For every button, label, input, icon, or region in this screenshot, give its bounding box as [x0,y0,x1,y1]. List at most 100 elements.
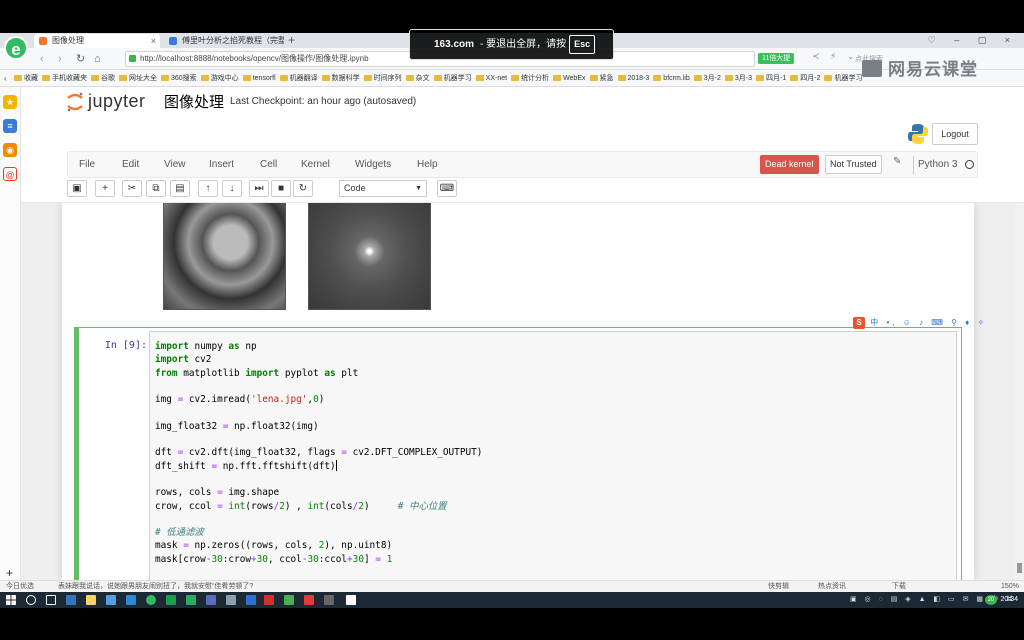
code-line[interactable]: dft = cv2.dft(img_float32, flags = cv2.D… [155,446,482,459]
code-line[interactable] [155,380,482,393]
bookmark-item[interactable]: 四月-2 [790,70,820,86]
address-bar-tools[interactable]: ≺ ⚡ ⌄ [812,51,858,62]
pencil-icon[interactable]: ✎ [893,156,901,167]
keyboard-icon[interactable]: ⌨ [437,180,457,197]
bookmarks-back-icon[interactable]: ‹ [4,70,7,86]
app-white-icon[interactable] [346,595,356,605]
bookmark-item[interactable]: bfcrm.lib [653,70,690,86]
code-line[interactable]: mask = np.zeros((rows, cols, 2), np.uint… [155,539,482,552]
bookmark-item[interactable]: 3月-3 [724,70,752,86]
bookmark-item[interactable]: tensorfl [242,70,276,86]
move-up-icon[interactable]: ↑ [198,180,218,197]
bookmark-item[interactable]: 时间序列 [363,70,402,86]
code-line[interactable] [155,406,482,419]
code-line[interactable]: img = cv2.imread('lena.jpg',0) [155,393,482,406]
hot-news[interactable]: 热点资讯 [818,581,846,592]
home-icon[interactable]: ⌂ [94,51,101,67]
code-line[interactable]: import numpy as np [155,340,482,353]
move-down-icon[interactable]: ↓ [222,180,242,197]
menu-insert[interactable]: Insert [209,152,234,177]
app-icon[interactable] [126,595,136,605]
speedup-badge[interactable]: 11倍大提 [758,53,795,64]
bookmark-item[interactable]: 手机收藏夹 [42,70,87,86]
app-blue-icon[interactable] [206,595,216,605]
bookmark-item[interactable]: 四月-1 [756,70,786,86]
cell-type-select[interactable]: Code ▼ [339,180,427,197]
store-icon[interactable] [106,595,116,605]
daily-picks[interactable]: 今日优选 [6,581,34,592]
code-line[interactable]: import cv2 [155,353,482,366]
menu-help[interactable]: Help [417,152,438,177]
bookmark-item[interactable]: 3月-2 [693,70,721,86]
bookmark-item[interactable]: 数据科学 [321,70,360,86]
bookmark-item[interactable]: 收藏 [14,70,38,86]
browser-logo-icon[interactable]: e [4,36,28,60]
paste-icon[interactable]: ▤ [170,180,190,197]
wechat-icon[interactable] [284,595,294,605]
bookmark-item[interactable]: 机器学习 [433,70,472,86]
quick-clip[interactable]: 快剪辑 [768,581,789,592]
bookmark-item[interactable]: 机器学习 [824,70,862,86]
app-green-icon[interactable] [186,595,196,605]
add-icon[interactable]: + [6,566,13,580]
code-text[interactable]: import numpy as np import cv2 from matplot… [155,340,482,580]
stop-icon[interactable]: ■ [271,180,291,197]
menu-edit[interactable]: Edit [122,152,139,177]
bookmark-item[interactable]: 360搜索 [161,70,197,86]
menu-file[interactable]: File [79,152,95,177]
menu-kernel[interactable]: Kernel [301,152,330,177]
code-editor[interactable]: import numpy as np import cv2 from matplot… [149,331,957,580]
page-scrollbar[interactable] [1015,203,1024,580]
forward-icon[interactable]: › [58,51,62,67]
clock[interactable]: 20:34 [1000,592,1018,608]
cut-icon[interactable]: ✂ [122,180,142,197]
run-icon[interactable]: ⏭ [249,180,269,197]
bookmark-item[interactable]: 机器翻译 [279,70,318,86]
tab-image-processing[interactable]: 图像处理 × [34,34,160,48]
code-line[interactable]: dft_shift = np.fft.fftshift(dft) [155,459,482,473]
restart-icon[interactable]: ↻ [293,180,313,197]
browser-360-icon[interactable] [146,595,156,605]
tray-badge[interactable]: 20 [985,595,997,605]
code-line[interactable]: # 低通滤波 [155,526,482,539]
bookmark-item[interactable]: XX-net [475,70,507,86]
save-icon[interactable]: ▣ [67,180,87,197]
bookmark-item[interactable]: 紧急 [589,70,614,86]
bookmark-item[interactable]: 网址大全 [119,70,157,86]
menu-view[interactable]: View [164,152,186,177]
close-icon[interactable]: × [151,34,156,48]
explorer-icon[interactable] [86,595,96,605]
weibo-icon[interactable]: ◉ [3,143,17,157]
window-controls[interactable]: ♡ – ▢ × [928,33,1018,48]
bookmark-item[interactable]: 游戏中心 [200,70,239,86]
logout-button[interactable]: Logout [932,123,978,145]
menu-widgets[interactable]: Widgets [355,152,391,177]
code-cell[interactable]: In [9]: import numpy as np import cv2 from… [74,327,962,580]
code-line[interactable] [155,513,482,526]
insert-cell-icon[interactable]: + [95,180,115,197]
code-line[interactable]: mask[crow-30:crow+30, ccol-30:ccol+30] =… [155,553,482,566]
tab-fourier-tutorial[interactable]: 傅里叶分析之掐死教程（完整版） [164,34,284,48]
zoom-level[interactable]: 150% [1001,581,1019,592]
menu-cell[interactable]: Cell [260,152,277,177]
new-tab-button[interactable]: + [288,33,295,47]
windows-start-icon[interactable] [6,595,16,605]
code-line[interactable]: crow, ccol = int(rows/2) , int(cols/2) #… [155,500,482,513]
app-red-icon[interactable] [304,595,314,605]
search-icon[interactable] [26,595,36,605]
not-trusted-button[interactable]: Not Trusted [825,155,882,174]
star-icon[interactable]: ★ [3,95,17,109]
code-line[interactable] [155,473,482,486]
code-line[interactable]: img_float32 = np.float32(img) [155,420,482,433]
dead-kernel-indicator[interactable]: Dead kernel [760,155,819,174]
excel-icon[interactable] [166,595,176,605]
edge-icon[interactable] [66,595,76,605]
copy-icon[interactable]: ⧉ [146,180,166,197]
bookmark-item[interactable]: WebEx [553,70,586,86]
downloads[interactable]: 下载 [892,581,906,592]
bookmark-item[interactable]: 谷歌 [91,70,115,86]
app-grey-icon[interactable] [226,595,236,605]
code-line[interactable] [155,566,482,579]
pdf-icon[interactable] [264,595,274,605]
back-icon[interactable]: ‹ [40,51,44,67]
